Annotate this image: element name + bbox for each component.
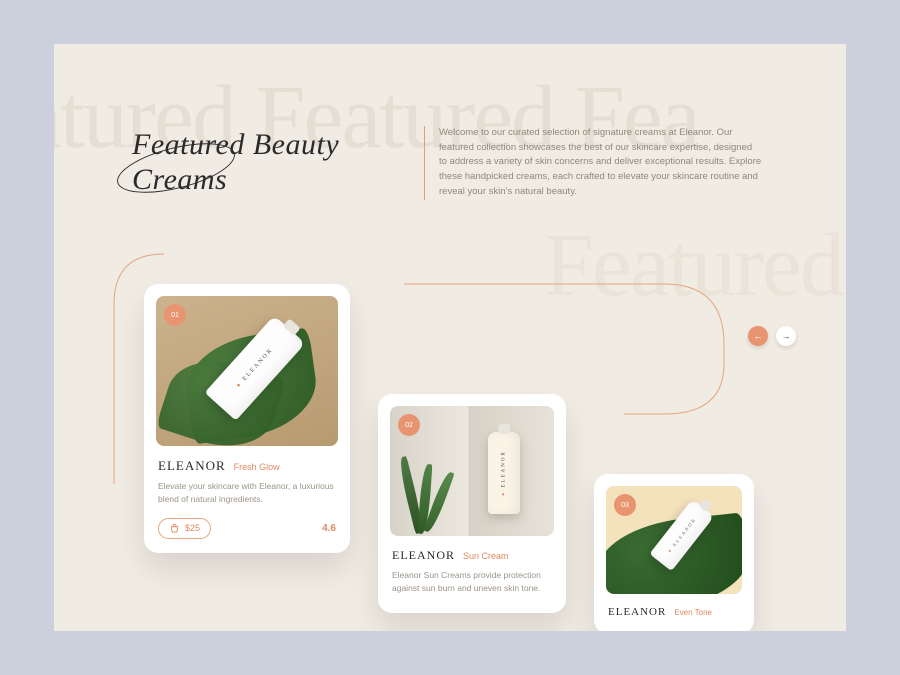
page-stage: eatured Featured Fea Featured Featured B… bbox=[54, 44, 846, 631]
arrow-left-icon: ← bbox=[754, 331, 763, 341]
heading-line-2: Creams bbox=[132, 163, 227, 196]
card-index-badge: 03 bbox=[614, 494, 636, 516]
product-image: 01 ● ELEANOR bbox=[156, 296, 338, 446]
brand-name: ELEANOR bbox=[158, 458, 226, 474]
card-index-badge: 01 bbox=[164, 304, 186, 326]
product-image: 02 ● ELEANOR bbox=[390, 406, 554, 536]
heading-line-1: Featured Beauty bbox=[132, 128, 339, 161]
product-card[interactable]: 01 ● ELEANOR ELEANOR Fresh Glow Elevate … bbox=[144, 284, 350, 553]
arrow-right-icon: → bbox=[782, 331, 791, 341]
intro-block: Welcome to our curated selection of sign… bbox=[424, 126, 762, 200]
card-index-badge: 02 bbox=[398, 414, 420, 436]
brand-name: ELEANOR bbox=[392, 548, 455, 563]
section-heading: Featured Beauty Creams bbox=[132, 128, 339, 197]
next-button[interactable]: → bbox=[776, 326, 796, 346]
add-to-cart-button[interactable]: $25 bbox=[158, 518, 211, 539]
carousel-nav: ← → bbox=[748, 326, 796, 346]
basket-icon bbox=[169, 523, 180, 534]
product-variant: Sun Cream bbox=[463, 551, 509, 561]
product-rating: 4.6 bbox=[322, 523, 336, 534]
product-price: $25 bbox=[185, 523, 200, 533]
tube-brand-label: ● ELEANOR bbox=[236, 347, 275, 389]
product-variant: Even Tone bbox=[674, 608, 712, 617]
product-card[interactable]: 02 ● ELEANOR ELEANOR Sun Cream bbox=[378, 394, 566, 613]
product-description: Elevate your skincare with Eleanor, a lu… bbox=[158, 480, 336, 506]
product-description: Eleanor Sun Creams provide protection ag… bbox=[392, 569, 552, 595]
brand-name: ELEANOR bbox=[608, 606, 666, 618]
tube-brand-label: ● ELEANOR bbox=[502, 450, 507, 496]
product-variant: Fresh Glow bbox=[234, 462, 280, 472]
product-carousel: 01 ● ELEANOR ELEANOR Fresh Glow Elevate … bbox=[144, 284, 754, 631]
intro-text: Welcome to our curated selection of sign… bbox=[439, 126, 762, 200]
product-image: 03 ● ELEANOR bbox=[606, 486, 742, 594]
product-card[interactable]: 03 ● ELEANOR ELEANOR Even Tone bbox=[594, 474, 754, 631]
